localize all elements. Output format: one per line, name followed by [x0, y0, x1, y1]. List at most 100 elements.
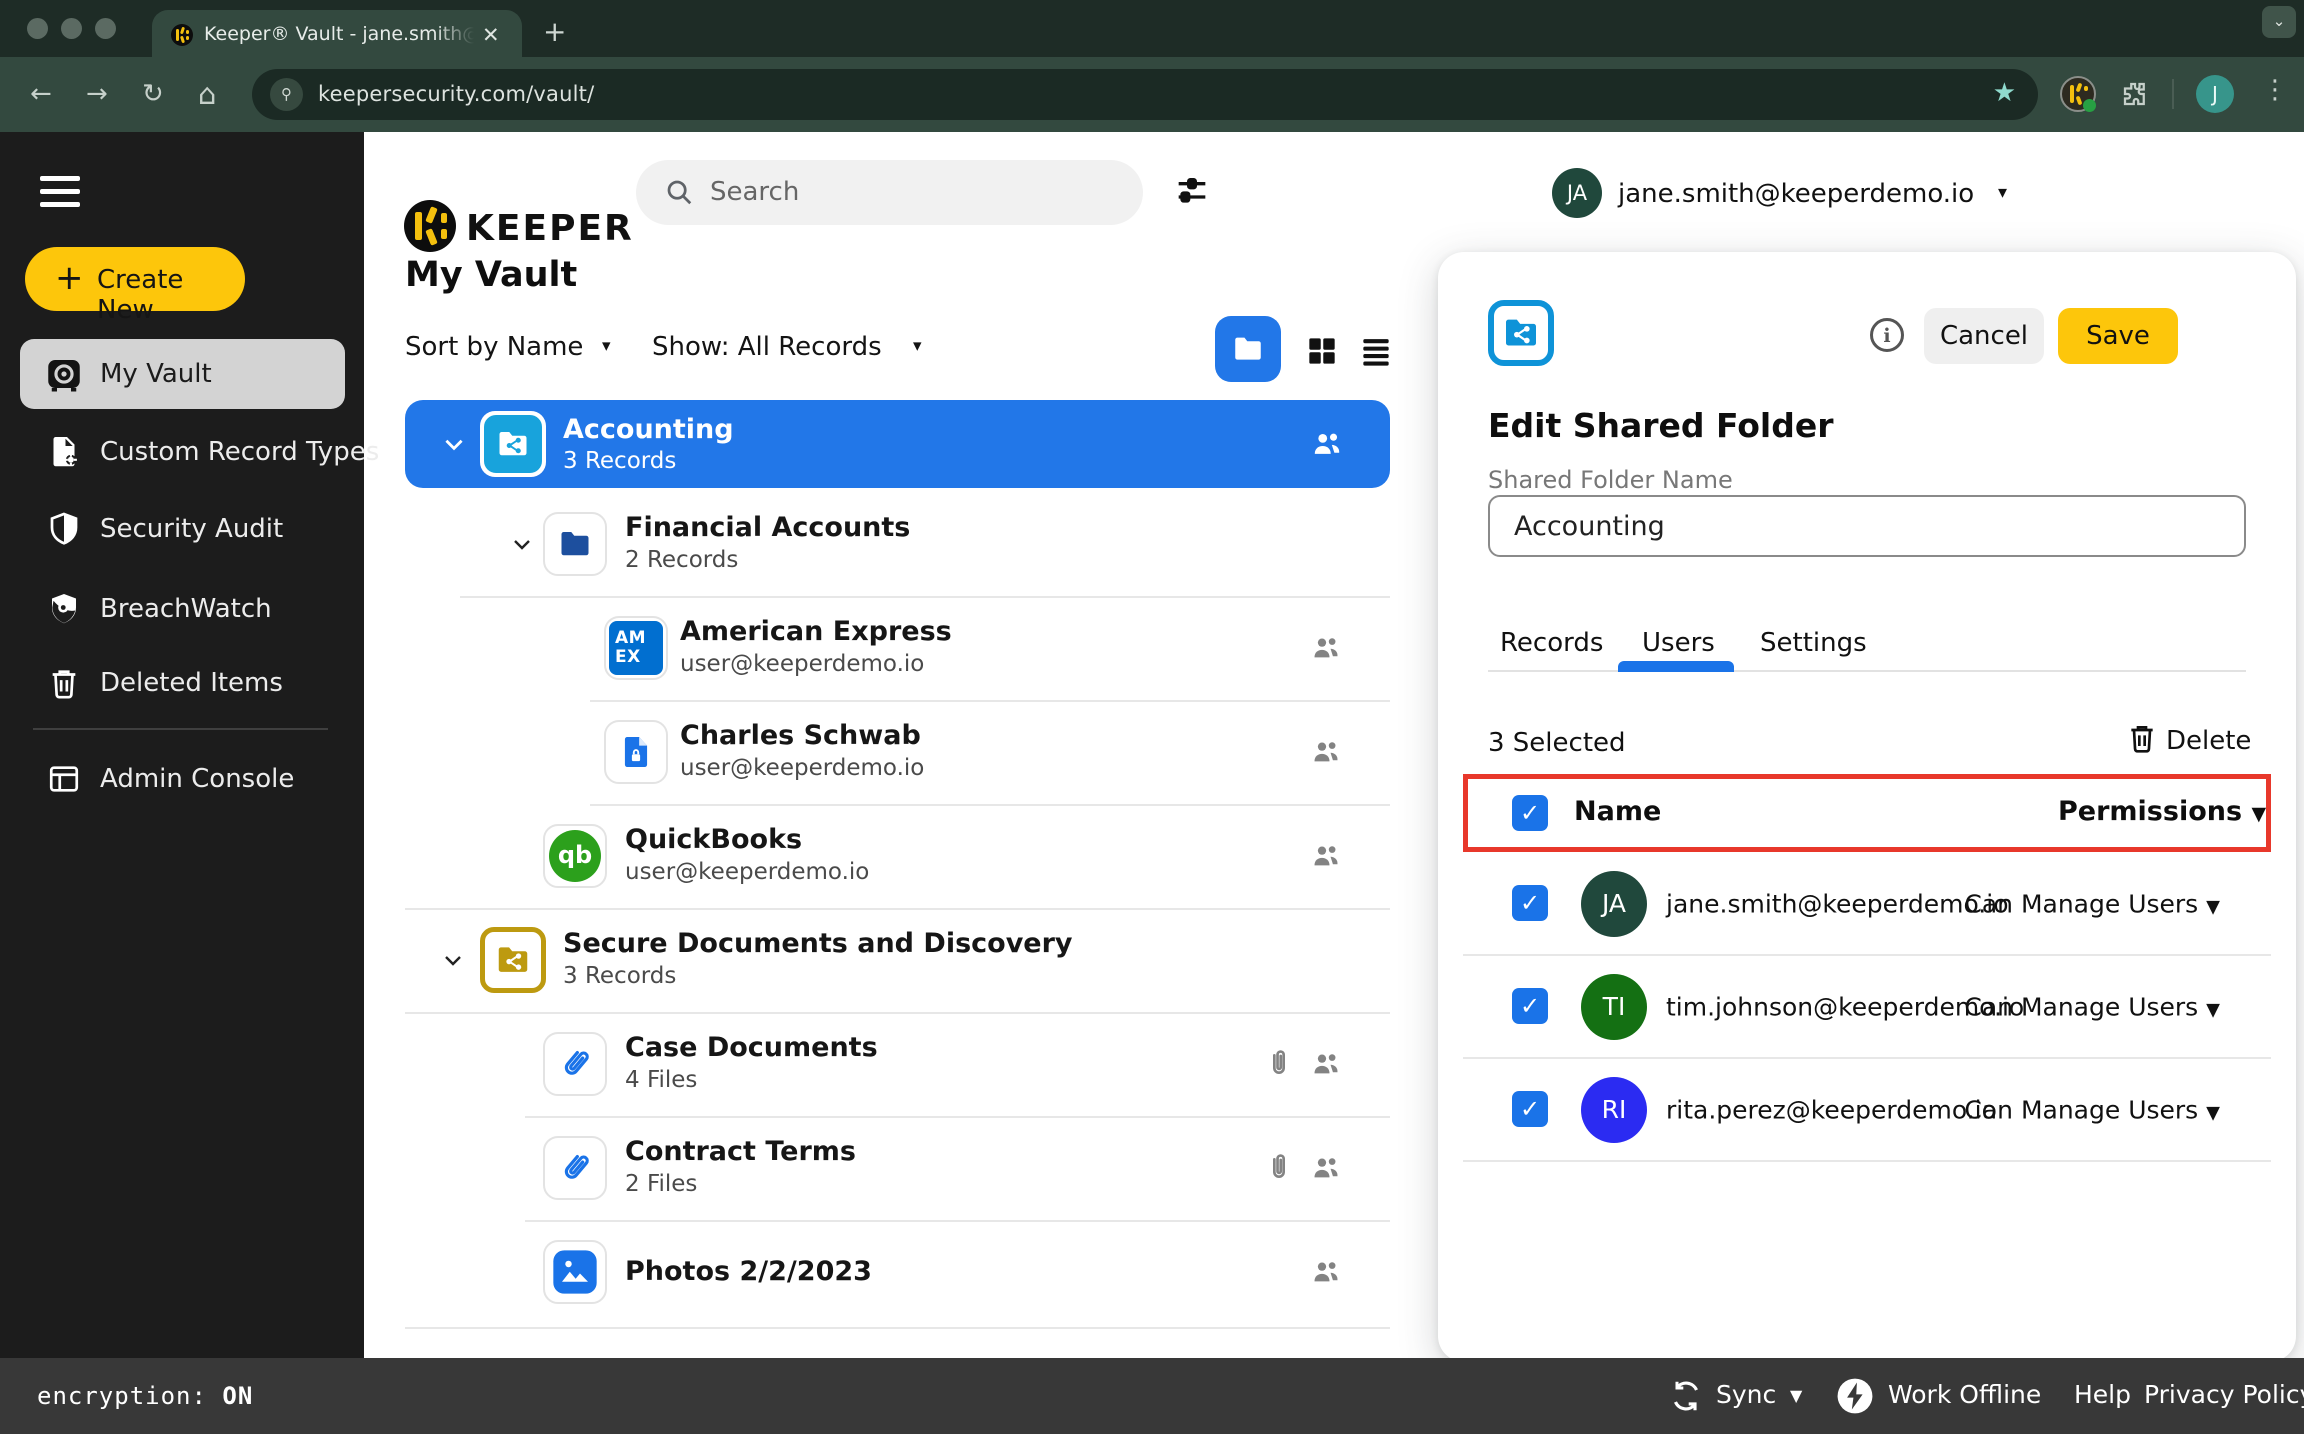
shared-users-icon [1310, 1048, 1342, 1080]
user-row[interactable]: ✓ TI tim.johnson@keeperdemo.io Can Manag… [1488, 955, 2246, 1058]
record-row-contract-terms[interactable]: Contract Terms 2 Files [405, 1116, 1390, 1220]
folder-row-accounting[interactable]: Accounting 3 Records [405, 400, 1390, 488]
shared-folder-icon [1488, 300, 1554, 366]
view-toggle-list[interactable] [1357, 332, 1395, 370]
info-icon[interactable]: i [1870, 318, 1904, 352]
sidebar-item-breachwatch[interactable]: BreachWatch [20, 582, 345, 636]
sort-dropdown[interactable]: Sort by Name [405, 332, 583, 362]
bookmark-star-icon[interactable]: ★ [1993, 78, 2016, 108]
sidebar-item-deleted-items[interactable]: Deleted Items [20, 656, 345, 710]
view-toggle-folder[interactable] [1215, 316, 1281, 382]
privacy-policy-link[interactable]: Privacy Policy [2144, 1380, 2304, 1409]
user-checkbox[interactable]: ✓ [1512, 988, 1548, 1024]
record-row-photos[interactable]: Photos 2/2/2023 [405, 1220, 1390, 1324]
breachwatch-eye-icon [42, 587, 86, 631]
reload-icon[interactable]: ↻ [142, 77, 164, 111]
window-close-dot[interactable] [27, 18, 48, 39]
user-row[interactable]: ✓ JA jane.smith@keeperdemo.io Can Manage… [1488, 852, 2246, 955]
shared-folder-name-input[interactable] [1488, 495, 2246, 557]
column-header-name: Name [1574, 796, 1661, 827]
browser-menu-icon[interactable]: ⋮ [2262, 75, 2288, 105]
sidebar-item-my-vault[interactable]: My Vault [20, 339, 345, 409]
tab-records[interactable]: Records [1500, 628, 1603, 658]
chevron-down-icon[interactable] [441, 431, 467, 457]
save-button[interactable]: Save [2058, 308, 2178, 364]
photo-icon [543, 1240, 607, 1304]
tab-users[interactable]: Users [1642, 628, 1715, 658]
tab-close-icon[interactable]: ✕ [482, 23, 500, 47]
tab-settings[interactable]: Settings [1760, 628, 1867, 658]
permission-dropdown[interactable]: Can Manage Users ▼ [1964, 889, 2220, 918]
paperclip-file-icon [543, 1032, 607, 1096]
filter-sliders-icon[interactable] [1172, 172, 1212, 212]
new-tab-button[interactable]: + [543, 18, 566, 46]
sidebar-item-label: Deleted Items [100, 668, 283, 698]
column-header-permissions[interactable]: Permissions ▼ [2058, 796, 2266, 827]
permission-dropdown[interactable]: Can Manage Users ▼ [1964, 992, 2220, 1021]
sidebar-item-label: BreachWatch [100, 594, 272, 624]
sidebar: + Create New My Vault Custom Record Type… [0, 132, 364, 1434]
delete-button[interactable]: Delete [2126, 722, 2158, 758]
keeper-logo [404, 200, 456, 252]
window-chevron-icon[interactable]: ⌄ [2262, 6, 2296, 38]
record-row-charles-schwab[interactable]: Charles Schwab user@keeperdemo.io [405, 700, 1390, 804]
sidebar-item-admin-console[interactable]: Admin Console [20, 752, 345, 806]
browser-tab[interactable]: Keeper® Vault - jane.smith@k ✕ [152, 10, 522, 57]
create-new-button[interactable]: + Create New [25, 247, 245, 311]
browser-tab-strip: Keeper® Vault - jane.smith@k ✕ + ⌄ [0, 0, 2304, 57]
back-icon[interactable]: ← [30, 77, 52, 111]
chevron-down-icon[interactable] [441, 948, 465, 972]
search-input[interactable]: Search [636, 160, 1143, 225]
window-minimize-dot[interactable] [61, 18, 82, 39]
user-row[interactable]: ✓ RI rita.perez@keeperdemo.io Can Manage… [1488, 1058, 2246, 1161]
brand-wordmark: KEEPER [466, 208, 634, 249]
plus-icon: + [55, 261, 84, 295]
folder-row-secure-documents[interactable]: Secure Documents and Discovery 3 Records [405, 908, 1390, 1012]
sync-dropdown[interactable]: Sync [1716, 1380, 1776, 1409]
extensions-puzzle-icon[interactable] [2120, 79, 2150, 109]
view-toggle-grid[interactable] [1303, 332, 1341, 370]
trash-icon [42, 661, 86, 705]
record-row-quickbooks[interactable]: qb QuickBooks user@keeperdemo.io [405, 804, 1390, 908]
url-bar[interactable]: ⚲ keepersecurity.com/vault/ ★ [252, 69, 2038, 120]
panel-title: Edit Shared Folder [1488, 406, 1834, 445]
sidebar-item-security-audit[interactable]: Security Audit [20, 502, 345, 556]
chevron-down-icon: ▼ [2206, 1102, 2220, 1123]
user-checkbox[interactable]: ✓ [1512, 885, 1548, 921]
user-email: rita.perez@keeperdemo.io [1666, 1095, 1997, 1124]
home-icon[interactable]: ⌂ [198, 77, 216, 111]
browser-profile-avatar[interactable]: J [2196, 75, 2234, 113]
toolbar-separator [2172, 79, 2174, 109]
record-row-american-express[interactable]: AMEX American Express user@keeperdemo.io [405, 596, 1390, 700]
keeper-extension-icon[interactable] [2060, 76, 2096, 112]
vault-record-list: Accounting 3 Records Financial Accounts … [405, 388, 1390, 1358]
sidebar-item-custom-record-types[interactable]: Custom Record Types [20, 425, 345, 479]
site-info-icon[interactable]: ⚲ [270, 78, 303, 111]
chevron-down-icon[interactable] [510, 532, 534, 556]
paperclip-file-icon [543, 1136, 607, 1200]
help-link[interactable]: Help [2074, 1380, 2131, 1409]
folder-row-financial-accounts[interactable]: Financial Accounts 2 Records [405, 492, 1390, 596]
permission-dropdown[interactable]: Can Manage Users ▼ [1964, 1095, 2220, 1124]
row-divider [1463, 1160, 2271, 1162]
sidebar-item-label: Security Audit [100, 514, 283, 544]
chevron-down-icon: ▾ [1998, 182, 2007, 203]
record-types-icon [42, 430, 86, 474]
folder-icon [543, 512, 607, 576]
user-checkbox[interactable]: ✓ [1512, 1091, 1548, 1127]
sync-icon[interactable] [1668, 1378, 1704, 1414]
work-offline-icon[interactable] [1836, 1377, 1874, 1415]
cancel-button[interactable]: Cancel [1924, 308, 2044, 364]
hamburger-menu-icon[interactable] [40, 176, 80, 207]
shared-users-icon [1310, 736, 1342, 768]
window-zoom-dot[interactable] [95, 18, 116, 39]
forward-icon[interactable]: → [86, 77, 108, 111]
shared-users-icon [1310, 427, 1344, 461]
work-offline-button[interactable]: Work Offline [1888, 1380, 2041, 1409]
select-all-checkbox[interactable]: ✓ [1512, 795, 1548, 831]
chevron-down-icon: ▼ [2251, 803, 2266, 825]
record-row-case-documents[interactable]: Case Documents 4 Files [405, 1012, 1390, 1116]
shield-icon [42, 507, 86, 551]
chevron-down-icon: ▼ [2206, 896, 2220, 917]
show-filter-dropdown[interactable]: Show: All Records [652, 332, 882, 362]
